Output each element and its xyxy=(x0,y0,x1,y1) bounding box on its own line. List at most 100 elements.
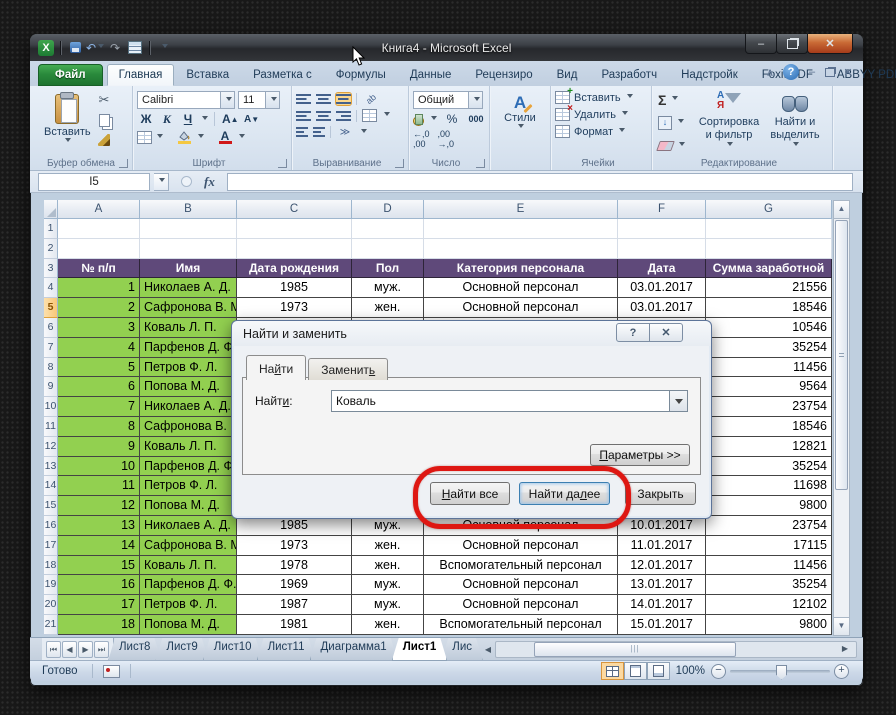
cell-G11[interactable]: 18546 xyxy=(706,417,832,437)
quick-print-button[interactable] xyxy=(127,40,143,56)
increase-indent-button[interactable] xyxy=(313,126,325,138)
ribbon-tab-Рецензиро[interactable]: Рецензиро xyxy=(463,64,544,86)
select-all-corner[interactable] xyxy=(44,200,58,219)
ribbon-tab-Вставка[interactable]: Вставка xyxy=(174,64,241,86)
prev-sheet-icon[interactable]: ◀ xyxy=(62,641,77,658)
ribbon-tab-Разметка с[interactable]: Разметка с xyxy=(241,64,324,86)
zoom-out-button[interactable]: − xyxy=(711,664,726,679)
cut-button[interactable]: ✂ xyxy=(94,92,114,108)
customize-qat-button[interactable] xyxy=(156,40,172,56)
cell-G21[interactable]: 9800 xyxy=(706,615,832,635)
row-header-2[interactable]: 2 xyxy=(44,239,58,259)
cell-F21[interactable]: 15.01.2017 xyxy=(618,615,706,635)
column-header-B[interactable]: B xyxy=(140,200,237,219)
row-header-7[interactable]: 7 xyxy=(44,338,58,358)
row-header-15[interactable]: 15 xyxy=(44,496,58,516)
cell-G20[interactable]: 12102 xyxy=(706,595,832,615)
column-header-G[interactable]: G xyxy=(706,200,832,219)
row-header-14[interactable]: 14 xyxy=(44,476,58,496)
dialog-launcher-font[interactable] xyxy=(278,159,287,168)
decrease-decimal-button[interactable]: ,00→,0 xyxy=(438,129,455,149)
row-header-19[interactable]: 19 xyxy=(44,575,58,595)
row-header-4[interactable]: 4 xyxy=(44,278,58,298)
options-button[interactable]: Параметры >> xyxy=(590,444,690,466)
cell-D20[interactable]: муж. xyxy=(352,595,424,615)
cell-G12[interactable]: 12821 xyxy=(706,437,832,457)
cell-A9[interactable]: 6 xyxy=(58,377,140,397)
cell-B18[interactable]: Коваль Л. П. xyxy=(140,556,237,576)
next-sheet-icon[interactable]: ▶ xyxy=(78,641,93,658)
last-sheet-icon[interactable]: ⏭ xyxy=(94,641,109,658)
zoom-thumb[interactable] xyxy=(776,665,787,680)
wrap-text-button[interactable]: ≫ xyxy=(336,124,354,140)
workbook-close-icon[interactable]: ✕ xyxy=(841,66,855,79)
row-header-5[interactable]: 5 xyxy=(44,298,58,318)
borders-button[interactable] xyxy=(137,131,152,144)
sheet-tab-Лист9[interactable]: Лист9 xyxy=(155,638,208,661)
fill-color-button[interactable] xyxy=(175,129,193,145)
row-header-1[interactable]: 1 xyxy=(44,219,58,239)
page-break-view-button[interactable] xyxy=(647,662,670,680)
cell-D19[interactable]: муж. xyxy=(352,575,424,595)
cell-B7[interactable]: Парфенов Д. Ф. xyxy=(140,338,237,358)
cell-A2[interactable] xyxy=(58,239,140,259)
cell-B11[interactable]: Сафронова В. М. xyxy=(140,417,237,437)
cell-C19[interactable]: 1969 xyxy=(237,575,352,595)
sheet-tab-Лист8[interactable]: Лист8 xyxy=(108,638,161,661)
cell-E4[interactable]: Основной персонал xyxy=(424,278,618,298)
column-header-D[interactable]: D xyxy=(352,200,424,219)
font-size-combo[interactable]: 11 xyxy=(238,91,280,109)
merge-center-button[interactable] xyxy=(362,109,377,122)
workbook-restore-icon[interactable] xyxy=(825,68,835,77)
align-right-button[interactable] xyxy=(336,110,351,122)
autosum-button[interactable]: Σ xyxy=(658,91,685,108)
cell-C5[interactable]: 1973 xyxy=(237,298,352,318)
close-button[interactable]: ✕ xyxy=(807,34,853,54)
scroll-right-icon[interactable]: ▶ xyxy=(842,644,848,653)
accounting-format-button[interactable] xyxy=(413,114,423,125)
align-top-button[interactable] xyxy=(296,93,311,105)
cell-A11[interactable]: 8 xyxy=(58,417,140,437)
sheet-tab-Лис[interactable]: Лис xyxy=(441,638,483,661)
underline-button[interactable]: Ч xyxy=(179,111,197,127)
cell-B19[interactable]: Парфенов Д. Ф. xyxy=(140,575,237,595)
cell-G9[interactable]: 9564 xyxy=(706,377,832,397)
cell-A17[interactable]: 14 xyxy=(58,536,140,556)
cell-C20[interactable]: 1987 xyxy=(237,595,352,615)
cell-F4[interactable]: 03.01.2017 xyxy=(618,278,706,298)
cell-B4[interactable]: Николаев А. Д. xyxy=(140,278,237,298)
font-name-combo[interactable]: Calibri xyxy=(137,91,235,109)
page-layout-view-button[interactable] xyxy=(624,662,647,680)
column-header-C[interactable]: C xyxy=(237,200,352,219)
cell-C2[interactable] xyxy=(237,239,352,259)
cell-A21[interactable]: 18 xyxy=(58,615,140,635)
cell-B3[interactable]: Имя xyxy=(140,259,237,279)
cell-E17[interactable]: Основной персонал xyxy=(424,536,618,556)
vertical-scroll-thumb[interactable] xyxy=(835,220,848,490)
cell-A10[interactable]: 7 xyxy=(58,397,140,417)
italic-button[interactable]: К xyxy=(158,111,176,127)
font-color-button[interactable]: А xyxy=(216,129,234,145)
sort-filter-button[interactable]: АЯ Сортировка и фильтр xyxy=(690,90,768,149)
column-header-F[interactable]: F xyxy=(618,200,706,219)
cell-F18[interactable]: 12.01.2017 xyxy=(618,556,706,576)
dialog-launcher-clipboard[interactable] xyxy=(119,159,128,168)
cell-C17[interactable]: 1973 xyxy=(237,536,352,556)
ribbon-tab-Вид[interactable]: Вид xyxy=(545,64,590,86)
column-header-E[interactable]: E xyxy=(424,200,618,219)
tab-find[interactable]: Найти xyxy=(246,355,306,380)
cell-F5[interactable]: 03.01.2017 xyxy=(618,298,706,318)
close-dialog-button[interactable]: Закрыть xyxy=(625,482,696,505)
cell-G6[interactable]: 10546 xyxy=(706,318,832,338)
cell-E1[interactable] xyxy=(424,219,618,239)
save-button[interactable] xyxy=(67,40,83,56)
cell-D21[interactable]: жен. xyxy=(352,615,424,635)
orientation-button[interactable]: ab xyxy=(359,87,383,111)
cell-A4[interactable]: 1 xyxy=(58,278,140,298)
cell-G13[interactable]: 35254 xyxy=(706,457,832,477)
sheet-tab-Лист1[interactable]: Лист1 xyxy=(392,638,448,661)
cell-A8[interactable]: 5 xyxy=(58,358,140,378)
cell-A20[interactable]: 17 xyxy=(58,595,140,615)
cell-E18[interactable]: Вспомогательный персонал xyxy=(424,556,618,576)
first-sheet-icon[interactable]: ⏮ xyxy=(46,641,61,658)
